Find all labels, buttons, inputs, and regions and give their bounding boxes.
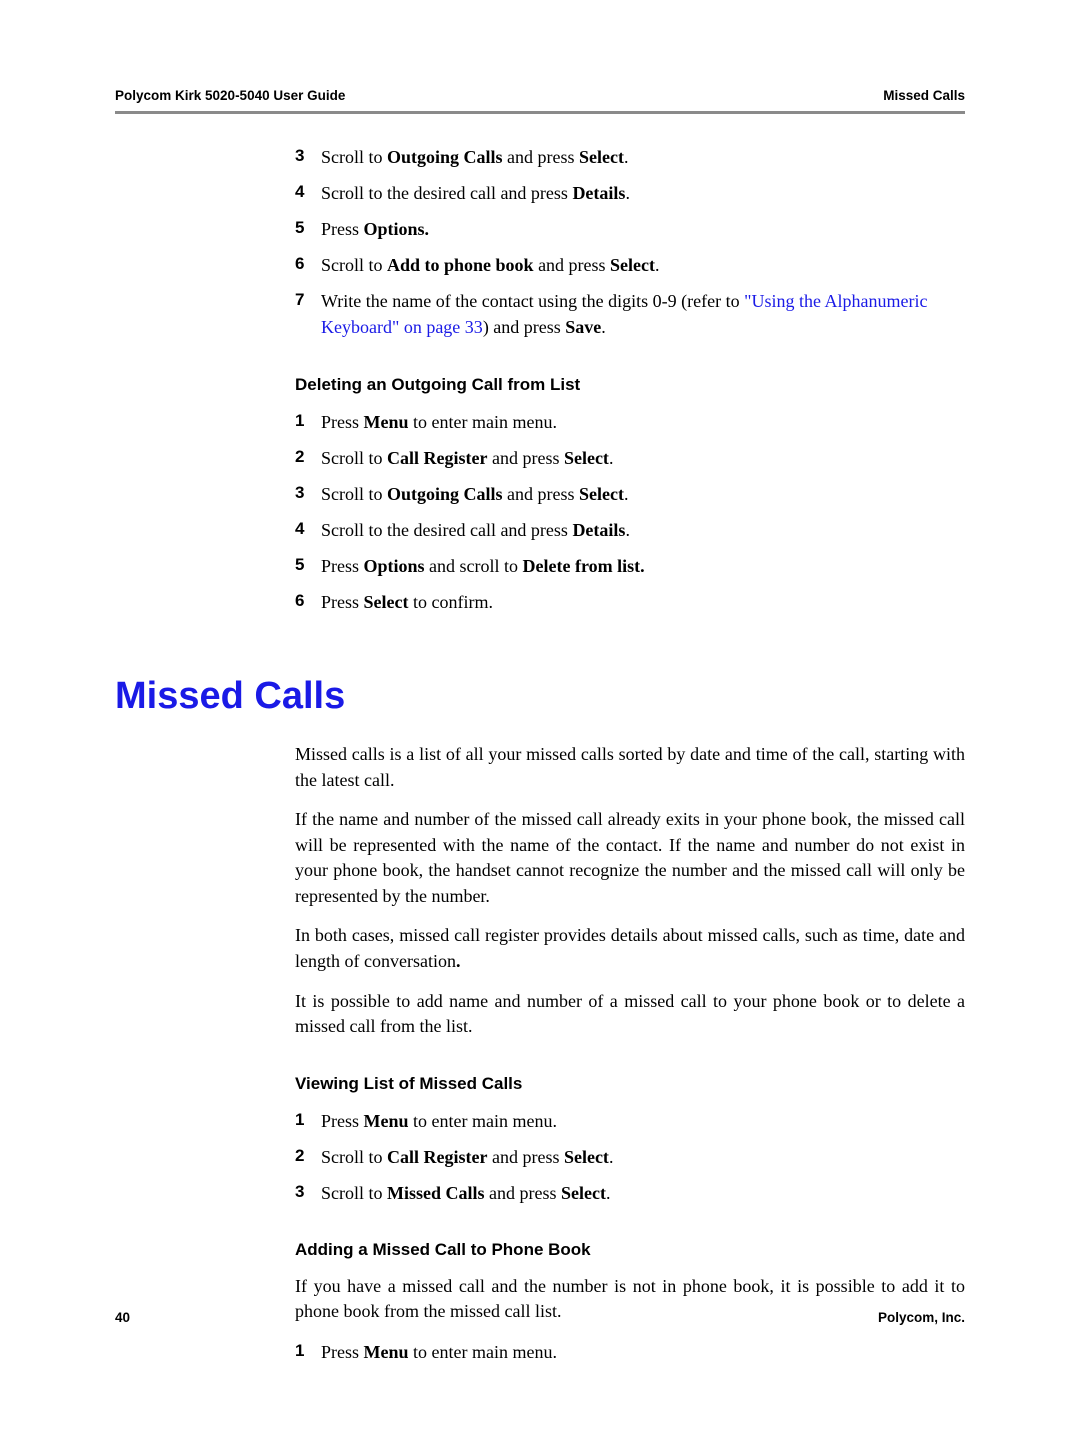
page-number: 40 bbox=[115, 1310, 130, 1325]
header-rule bbox=[115, 111, 965, 114]
paragraph: In both cases, missed call register prov… bbox=[295, 923, 965, 974]
main-content: 3 Scroll to Outgoing Calls and press Sel… bbox=[295, 144, 965, 615]
step-text: Scroll to the desired call and press Det… bbox=[321, 180, 965, 206]
subheading-deleting-outgoing: Deleting an Outgoing Call from List bbox=[295, 375, 965, 395]
subheading-viewing-missed: Viewing List of Missed Calls bbox=[295, 1074, 965, 1094]
step-item: 4 Scroll to the desired call and press D… bbox=[295, 180, 965, 206]
step-text: Scroll to Missed Calls and press Select. bbox=[321, 1180, 965, 1206]
step-text: Press Menu to enter main menu. bbox=[321, 1339, 965, 1365]
step-item: 1 Press Menu to enter main menu. bbox=[295, 1108, 965, 1134]
subheading-adding-missed: Adding a Missed Call to Phone Book bbox=[295, 1240, 965, 1260]
paragraph: Missed calls is a list of all your misse… bbox=[295, 742, 965, 793]
step-item: 2 Scroll to Call Register and press Sele… bbox=[295, 445, 965, 471]
step-item: 3 Scroll to Missed Calls and press Selec… bbox=[295, 1180, 965, 1206]
step-text: Scroll to Outgoing Calls and press Selec… bbox=[321, 481, 965, 507]
section-missed-calls: Missed calls is a list of all your misse… bbox=[295, 742, 965, 1365]
step-number: 2 bbox=[295, 445, 321, 471]
step-item: 6 Press Select to confirm. bbox=[295, 589, 965, 615]
step-text: Press Menu to enter main menu. bbox=[321, 1108, 965, 1134]
step-text: Scroll to Add to phone book and press Se… bbox=[321, 252, 965, 278]
page-footer: 40 Polycom, Inc. bbox=[115, 1310, 965, 1325]
step-number: 5 bbox=[295, 216, 321, 242]
step-item: 4 Scroll to the desired call and press D… bbox=[295, 517, 965, 543]
footer-company: Polycom, Inc. bbox=[878, 1310, 965, 1325]
heading-missed-calls: Missed Calls bbox=[115, 675, 965, 718]
step-text: Scroll to Call Register and press Select… bbox=[321, 445, 965, 471]
step-number: 5 bbox=[295, 553, 321, 579]
page: Polycom Kirk 5020-5040 User Guide Missed… bbox=[0, 0, 1080, 1435]
step-number: 6 bbox=[295, 589, 321, 615]
page-header: Polycom Kirk 5020-5040 User Guide Missed… bbox=[115, 88, 965, 111]
step-item: 7 Write the name of the contact using th… bbox=[295, 288, 965, 340]
step-item: 6 Scroll to Add to phone book and press … bbox=[295, 252, 965, 278]
step-item: 5 Press Options and scroll to Delete fro… bbox=[295, 553, 965, 579]
step-text: Write the name of the contact using the … bbox=[321, 288, 965, 340]
step-number: 7 bbox=[295, 288, 321, 340]
step-number: 1 bbox=[295, 1108, 321, 1134]
step-text: Scroll to the desired call and press Det… bbox=[321, 517, 965, 543]
step-item: 2 Scroll to Call Register and press Sele… bbox=[295, 1144, 965, 1170]
step-number: 4 bbox=[295, 517, 321, 543]
step-text: Press Options and scroll to Delete from … bbox=[321, 553, 965, 579]
step-text: Scroll to Call Register and press Select… bbox=[321, 1144, 965, 1170]
step-item: 3 Scroll to Outgoing Calls and press Sel… bbox=[295, 481, 965, 507]
header-left: Polycom Kirk 5020-5040 User Guide bbox=[115, 88, 345, 103]
step-text: Press Select to confirm. bbox=[321, 589, 965, 615]
step-number: 3 bbox=[295, 144, 321, 170]
paragraph: If the name and number of the missed cal… bbox=[295, 807, 965, 909]
step-item: 5 Press Options. bbox=[295, 216, 965, 242]
step-number: 1 bbox=[295, 1339, 321, 1365]
step-item: 1 Press Menu to enter main menu. bbox=[295, 1339, 965, 1365]
step-number: 3 bbox=[295, 481, 321, 507]
step-item: 1 Press Menu to enter main menu. bbox=[295, 409, 965, 435]
step-text: Press Menu to enter main menu. bbox=[321, 409, 965, 435]
step-number: 1 bbox=[295, 409, 321, 435]
step-number: 2 bbox=[295, 1144, 321, 1170]
step-item: 3 Scroll to Outgoing Calls and press Sel… bbox=[295, 144, 965, 170]
step-number: 6 bbox=[295, 252, 321, 278]
step-number: 4 bbox=[295, 180, 321, 206]
step-text: Scroll to Outgoing Calls and press Selec… bbox=[321, 144, 965, 170]
header-right: Missed Calls bbox=[883, 88, 965, 103]
step-number: 3 bbox=[295, 1180, 321, 1206]
step-text: Press Options. bbox=[321, 216, 965, 242]
paragraph: It is possible to add name and number of… bbox=[295, 989, 965, 1040]
